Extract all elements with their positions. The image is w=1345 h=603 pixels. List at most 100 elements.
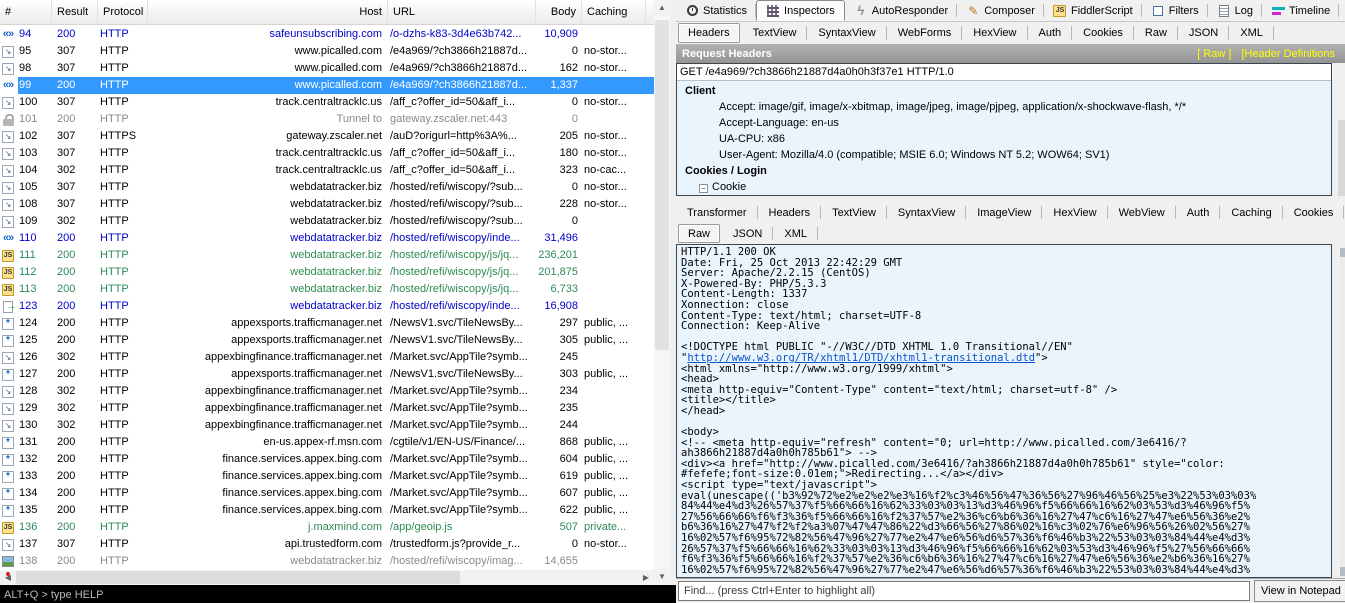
response-subtab-json[interactable]: JSON (722, 223, 773, 244)
response-tab-webview[interactable]: WebView (1108, 202, 1176, 223)
session-row-123[interactable]: 123200HTTPwebdatatracker.biz/hosted/refi… (0, 298, 654, 315)
session-row-129[interactable]: ↘129302HTTPappexbingfinance.trafficmanag… (0, 400, 654, 417)
tab-timeline[interactable]: Timeline (1262, 0, 1339, 21)
session-row-125[interactable]: *125200HTTPappexsports.trafficmanager.ne… (0, 332, 654, 349)
header-definitions-link[interactable]: [Header Definitions (1241, 48, 1345, 60)
view-in-notepad-button[interactable]: View in Notepad (1254, 580, 1345, 602)
session-row-99[interactable]: «»99200HTTPwww.picalled.com/e4a969/?ch38… (0, 77, 654, 94)
request-tab-webforms[interactable]: WebForms (887, 22, 963, 44)
response-tab-hexview[interactable]: HexView (1042, 202, 1107, 223)
request-header-line[interactable]: UA-CPU: x86 (677, 131, 1331, 147)
session-row-113[interactable]: JS113200HTTPwebdatatracker.biz/hosted/re… (0, 281, 654, 298)
request-header-line[interactable]: Cookies / Login (677, 163, 1331, 179)
response-tab-caching[interactable]: Caching (1220, 202, 1282, 223)
tab-fiddlerscript[interactable]: JSFiddlerScript (1044, 0, 1142, 21)
tab-composer[interactable]: ✎Composer (957, 0, 1044, 21)
tab-filters[interactable]: Filters (1142, 0, 1208, 21)
session-list-vertical-scrollbar[interactable]: ▲ ▼ (654, 0, 670, 585)
session-row-110[interactable]: «»110200HTTPwebdatatracker.biz/hosted/re… (0, 230, 654, 247)
session-row-138[interactable]: 138200HTTPwebdatatracker.biz/hosted/refi… (0, 553, 654, 570)
request-tab-xml[interactable]: XML (1229, 22, 1274, 44)
response-scroll-down-nub[interactable] (1340, 567, 1345, 576)
response-subtab-xml[interactable]: XML (773, 223, 818, 244)
request-tab-headers[interactable]: Headers (678, 23, 740, 43)
session-row-101[interactable]: 101200HTTPTunnel togateway.zscaler.net:4… (0, 111, 654, 128)
request-tab-textview[interactable]: TextView (742, 22, 808, 44)
tab-log[interactable]: Log (1208, 0, 1262, 21)
request-header-line[interactable]: −Cookie (677, 179, 1331, 195)
session-row-104[interactable]: ↘104302HTTPtrack.centraltracklc.us/aff_c… (0, 162, 654, 179)
vertical-scroll-thumb[interactable] (655, 20, 669, 350)
column-header-host[interactable]: Host (148, 0, 388, 24)
session-row-137[interactable]: ↘137307HTTPapi.trustedform.com/trustedfo… (0, 536, 654, 553)
collapse-icon[interactable]: − (699, 184, 708, 193)
tab-autoresponder[interactable]: ϟAutoResponder (845, 0, 957, 21)
session-row-109[interactable]: ↘109302HTTPwebdatatracker.biz/hosted/ref… (0, 213, 654, 230)
session-row-131[interactable]: *131200HTTPen-us.appex-rf.msn.com/cgtile… (0, 434, 654, 451)
response-subtab-raw[interactable]: Raw (678, 224, 720, 243)
session-icon-cell: «» (0, 230, 18, 247)
request-line[interactable]: GET /e4a969/?ch3866h21887d4a0h0h3f37e1 H… (677, 64, 1331, 81)
request-tab-raw[interactable]: Raw (1134, 22, 1178, 44)
session-row-134[interactable]: *134200HTTPfinance.services.appex.bing.c… (0, 485, 654, 502)
quickexec-box[interactable]: ALT+Q > type HELP (0, 585, 676, 603)
scroll-right-icon[interactable]: ▶ (638, 570, 654, 585)
session-row-133[interactable]: *133200HTTPfinance.services.appex.bing.c… (0, 468, 654, 485)
column-header-num[interactable]: # (0, 0, 52, 24)
response-tab-syntaxview[interactable]: SyntaxView (887, 202, 966, 223)
session-row-128[interactable]: ↘128302HTTPappexbingfinance.trafficmanag… (0, 383, 654, 400)
session-row-100[interactable]: ↘100307HTTPtrack.centraltracklc.us/aff_c… (0, 94, 654, 111)
request-scrollbar-cut[interactable] (1338, 120, 1345, 196)
session-list-horizontal-scrollbar[interactable]: ◀ ▶ (0, 570, 654, 585)
response-tab-headers[interactable]: Headers (758, 202, 822, 223)
response-tab-imageview[interactable]: ImageView (966, 202, 1042, 223)
response-tab-transformer[interactable]: Transformer (676, 202, 758, 223)
request-header-line[interactable]: Accept: image/gif, image/x-xbitmap, imag… (677, 99, 1331, 115)
dtd-link[interactable]: http://www.w3.org/TR/xhtml1/DTD/xhtml1-t… (687, 353, 1035, 364)
session-row-135[interactable]: *135200HTTPfinance.services.appex.bing.c… (0, 502, 654, 519)
response-tab-auth[interactable]: Auth (1176, 202, 1221, 223)
session-row-130[interactable]: ↘130302HTTPappexbingfinance.trafficmanag… (0, 417, 654, 434)
column-header-caching[interactable]: Caching (582, 0, 646, 24)
tab-statistics[interactable]: Statistics (676, 0, 756, 21)
column-header-url[interactable]: URL (388, 0, 536, 24)
raw-response-view[interactable]: HTTP/1.1 200 OKDate: Fri, 25 Oct 2013 22… (676, 244, 1332, 578)
response-tab-textview[interactable]: TextView (821, 202, 887, 223)
scroll-down-icon[interactable]: ▼ (654, 569, 670, 585)
session-row-108[interactable]: ↘108307HTTPwebdatatracker.biz/hosted/ref… (0, 196, 654, 213)
request-header-line[interactable]: Client (677, 83, 1331, 99)
response-scroll-up-nub[interactable] (1340, 248, 1345, 257)
horizontal-scroll-thumb[interactable] (16, 571, 460, 584)
session-row-95[interactable]: ↘95307HTTPwww.picalled.com/e4a969/?ch386… (0, 43, 654, 60)
scroll-up-icon[interactable]: ▲ (654, 0, 670, 16)
request-headers-tree[interactable]: ClientAccept: image/gif, image/x-xbitmap… (677, 81, 1331, 195)
request-tab-syntaxview[interactable]: SyntaxView (807, 22, 886, 44)
session-row-132[interactable]: *132200HTTPfinance.services.appex.bing.c… (0, 451, 654, 468)
session-row-136[interactable]: JS136200HTTPj.maxmind.com/app/geoip.js50… (0, 519, 654, 536)
session-row-127[interactable]: *127200HTTPappexsports.trafficmanager.ne… (0, 366, 654, 383)
request-header-line[interactable]: User-Agent: Mozilla/4.0 (compatible; MSI… (677, 147, 1331, 163)
session-row-94[interactable]: «»94200HTTPsafeunsubscribing.com/o-dzhs-… (0, 26, 654, 43)
session-list-header[interactable]: #ResultProtocolHostURLBodyCaching (0, 0, 654, 25)
column-header-body[interactable]: Body (536, 0, 582, 24)
session-row-105[interactable]: ↘105307HTTPwebdatatracker.biz/hosted/ref… (0, 179, 654, 196)
raw-link[interactable]: [ Raw ] (1197, 48, 1241, 60)
find-input[interactable] (678, 581, 1250, 601)
tab-inspectors[interactable]: Inspectors (756, 0, 845, 21)
request-tab-auth[interactable]: Auth (1028, 22, 1073, 44)
response-tab-cookies[interactable]: Cookies (1283, 202, 1345, 223)
session-row-98[interactable]: ↘98307HTTPwww.picalled.com/e4a969/?ch386… (0, 60, 654, 77)
column-header-protocol[interactable]: Protocol (98, 0, 148, 24)
request-tab-hexview[interactable]: HexView (962, 22, 1027, 44)
session-row-102[interactable]: ↘102307HTTPSgateway.zscaler.net/auD?orig… (0, 128, 654, 145)
session-row-124[interactable]: *124200HTTPappexsports.trafficmanager.ne… (0, 315, 654, 332)
response-scrollbar-cut[interactable] (1340, 246, 1345, 578)
session-row-112[interactable]: JS112200HTTPwebdatatracker.biz/hosted/re… (0, 264, 654, 281)
request-header-line[interactable]: Accept-Language: en-us (677, 115, 1331, 131)
session-row-103[interactable]: ↘103307HTTPtrack.centraltracklc.us/aff_c… (0, 145, 654, 162)
column-header-result[interactable]: Result (52, 0, 98, 24)
session-row-126[interactable]: ↘126302HTTPappexbingfinance.trafficmanag… (0, 349, 654, 366)
request-tab-cookies[interactable]: Cookies (1072, 22, 1134, 44)
session-row-111[interactable]: JS111200HTTPwebdatatracker.biz/hosted/re… (0, 247, 654, 264)
request-tab-json[interactable]: JSON (1178, 22, 1229, 44)
